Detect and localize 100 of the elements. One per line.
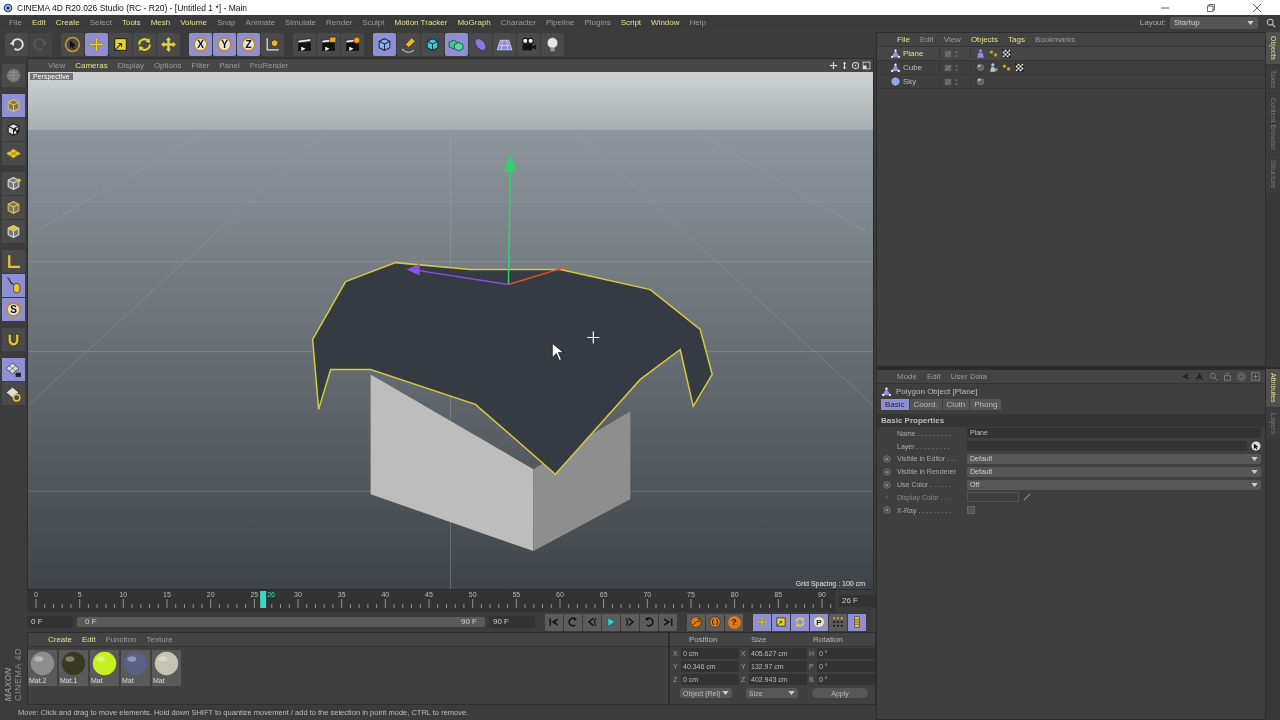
key-button[interactable] xyxy=(791,613,809,631)
restore-icon[interactable] xyxy=(1207,3,1215,12)
menu-item[interactable]: Motion Tracker xyxy=(389,16,453,29)
tool-button[interactable] xyxy=(261,32,284,56)
record-button[interactable]: ? xyxy=(725,613,743,631)
tool-button[interactable] xyxy=(61,32,84,56)
figure-icon[interactable] xyxy=(988,62,999,73)
dots-icon[interactable] xyxy=(1001,62,1012,73)
tool-button[interactable]: S xyxy=(2,298,25,321)
menu-item[interactable]: Pipeline xyxy=(540,16,580,29)
menu-item[interactable]: Character xyxy=(495,16,541,29)
checkbox[interactable] xyxy=(967,506,975,515)
zoom-arrows-icon[interactable] xyxy=(840,61,849,70)
record-button[interactable] xyxy=(706,613,724,631)
dots-icon[interactable] xyxy=(988,48,999,59)
object-row[interactable]: Cube xyxy=(877,61,1265,75)
menu-item[interactable]: Display xyxy=(112,59,149,72)
rotate-icon[interactable] xyxy=(851,61,860,70)
menu-item[interactable]: Volume xyxy=(175,16,212,29)
animation-dot-icon[interactable] xyxy=(883,455,891,463)
tool-button[interactable] xyxy=(517,32,540,56)
tool-button[interactable] xyxy=(85,32,108,56)
tool-button[interactable] xyxy=(2,172,25,195)
menu-item[interactable]: Help xyxy=(684,16,711,29)
visibility-dots-icon[interactable] xyxy=(955,63,958,72)
menu-item[interactable]: ProRender xyxy=(244,59,294,72)
key-button[interactable] xyxy=(848,613,866,631)
menu-item[interactable]: Script xyxy=(615,16,647,29)
menu-item[interactable]: Edit xyxy=(26,16,51,29)
menu-item[interactable]: Function xyxy=(100,633,142,646)
object-row[interactable]: Sky xyxy=(877,75,1265,89)
menu-item[interactable]: Animate xyxy=(240,16,280,29)
tool-button[interactable] xyxy=(2,328,25,351)
current-frame-field[interactable]: 26 F xyxy=(839,595,876,607)
menu-item[interactable]: Tools xyxy=(116,16,146,29)
visibility-dots-icon[interactable] xyxy=(955,77,958,86)
checker-icon[interactable] xyxy=(1014,62,1025,73)
sphere-icon[interactable] xyxy=(975,62,986,73)
menu-item[interactable]: Options xyxy=(148,59,187,72)
playback-button[interactable] xyxy=(659,613,677,631)
record-button[interactable] xyxy=(687,613,705,631)
menu-item[interactable]: Plugins xyxy=(579,16,616,29)
tool-button[interactable] xyxy=(109,32,132,56)
menu-item[interactable]: Sculpt xyxy=(357,16,390,29)
menu-item[interactable]: Edit xyxy=(922,370,946,383)
search-icon[interactable] xyxy=(1266,17,1276,28)
playback-button[interactable] xyxy=(564,613,582,631)
figure-icon[interactable] xyxy=(975,48,986,59)
menu-item[interactable]: Snap xyxy=(211,16,241,29)
tool-button[interactable]: Z xyxy=(237,32,260,56)
sphere-icon[interactable] xyxy=(975,76,986,87)
menu-item[interactable]: Window xyxy=(646,16,685,29)
menu-item[interactable]: Filter xyxy=(186,59,215,72)
menu-item[interactable]: Create xyxy=(42,633,77,646)
pick-arrow-icon[interactable] xyxy=(1251,441,1261,452)
layer-icon[interactable] xyxy=(944,63,952,72)
menu-item[interactable]: View xyxy=(43,59,71,72)
tool-button[interactable] xyxy=(541,32,564,56)
menu-item[interactable]: Objects xyxy=(965,33,1003,46)
tool-button[interactable] xyxy=(317,32,340,56)
tool-button[interactable] xyxy=(445,32,468,56)
animation-dot-icon[interactable] xyxy=(883,506,891,515)
tool-button[interactable] xyxy=(2,220,25,243)
timeline-ruler[interactable] xyxy=(27,590,835,612)
playback-button[interactable] xyxy=(602,613,620,631)
menu-item[interactable]: User Data xyxy=(945,370,992,383)
tab[interactable]: Phong xyxy=(970,399,1002,410)
menu-item[interactable]: Panel xyxy=(214,59,245,72)
tool-button[interactable] xyxy=(5,32,28,56)
menu-item[interactable]: Tags xyxy=(1003,33,1030,46)
tool-button[interactable] xyxy=(421,32,444,56)
key-button[interactable] xyxy=(829,613,847,631)
menu-item[interactable]: Render xyxy=(321,16,358,29)
animation-dot-icon[interactable] xyxy=(883,467,891,476)
search-icon[interactable] xyxy=(1209,372,1218,381)
tool-button[interactable] xyxy=(293,32,316,56)
tool-button[interactable] xyxy=(341,32,364,56)
close-icon[interactable] xyxy=(1253,3,1261,12)
menu-item[interactable]: Mode xyxy=(892,370,922,383)
menu-item[interactable]: View xyxy=(938,33,966,46)
menu-item[interactable]: File xyxy=(892,33,915,46)
object-row[interactable]: Plane xyxy=(877,47,1265,61)
tool-button[interactable]: Y xyxy=(213,32,236,56)
playback-button[interactable] xyxy=(545,613,563,631)
playback-button[interactable] xyxy=(640,613,658,631)
tool-button[interactable] xyxy=(493,32,516,56)
playhead[interactable] xyxy=(260,591,267,608)
move-icon[interactable] xyxy=(829,61,838,70)
tool-button[interactable] xyxy=(133,32,156,56)
layer-icon[interactable] xyxy=(944,77,952,86)
menu-item[interactable]: Texture xyxy=(141,633,178,646)
menu-item[interactable]: Edit xyxy=(76,633,101,646)
menu-item[interactable]: Mesh xyxy=(145,16,176,29)
tool-button[interactable] xyxy=(373,32,396,56)
start-frame-field[interactable]: 0 F xyxy=(27,616,73,628)
tool-button[interactable] xyxy=(2,118,25,141)
menu-item[interactable]: Select xyxy=(84,16,117,29)
menu-item[interactable]: Bookmarks xyxy=(1029,33,1080,46)
menu-item[interactable]: Simulate xyxy=(279,16,322,29)
menu-item[interactable]: MoGraph xyxy=(452,16,496,29)
